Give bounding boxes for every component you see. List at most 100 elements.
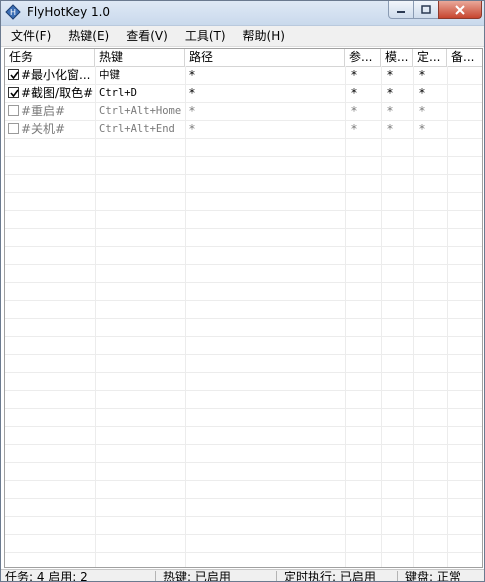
cell-hotkey: Ctrl+Alt+End xyxy=(99,123,175,135)
cell-mode: * xyxy=(387,104,393,118)
task-name: #最小化窗... xyxy=(21,68,91,82)
column-header-path[interactable]: 路径 xyxy=(185,49,345,66)
menu-help[interactable]: 帮助(H) xyxy=(233,26,292,46)
window-title: FlyHotKey 1.0 xyxy=(27,5,111,19)
empty-row xyxy=(5,193,482,211)
cell-timer: * xyxy=(419,68,425,82)
task-list[interactable]: 任务 热键 路径 参... 模... 定... 备... #最小化窗... 中键 *… xyxy=(4,48,483,568)
empty-row xyxy=(5,175,482,193)
empty-row xyxy=(5,139,482,157)
minimize-icon xyxy=(397,10,405,13)
empty-row xyxy=(5,229,482,247)
cell-path: * xyxy=(189,86,195,100)
cell-hotkey: Ctrl+D xyxy=(99,87,137,99)
cell-note xyxy=(447,121,482,138)
cell-timer: * xyxy=(419,104,425,118)
close-button[interactable] xyxy=(438,1,482,19)
cell-hotkey: 中键 xyxy=(99,69,120,81)
column-divider xyxy=(95,66,96,567)
column-header-timer[interactable]: 定... xyxy=(413,49,447,66)
checkbox-checked[interactable] xyxy=(8,69,19,80)
menu-hotkey[interactable]: 热键(E) xyxy=(58,26,116,46)
column-header-mode[interactable]: 模... xyxy=(381,49,413,66)
empty-row xyxy=(5,427,482,445)
cell-mode: * xyxy=(387,68,393,82)
list-body: #最小化窗... 中键 * * * * #截图/取色# Ctrl+D * * * * #重启# Ctrl+… xyxy=(5,67,482,567)
checkbox-checked[interactable] xyxy=(8,87,19,98)
title-bar[interactable]: H FlyHotKey 1.0 xyxy=(1,1,484,26)
close-icon xyxy=(455,4,465,15)
status-keyboard: 键盘: 正常 xyxy=(405,571,461,582)
empty-row xyxy=(5,373,482,391)
empty-row xyxy=(5,301,482,319)
menu-file[interactable]: 文件(F) xyxy=(1,26,58,46)
check-icon xyxy=(10,89,19,98)
table-row[interactable]: #最小化窗... 中键 * * * * xyxy=(5,67,482,85)
status-task-count: 任务: 4 启用: 2 xyxy=(1,571,156,581)
cell-mode: * xyxy=(387,86,393,100)
column-header-task[interactable]: 任务 xyxy=(5,49,95,66)
svg-text:H: H xyxy=(10,8,16,17)
table-row[interactable]: #截图/取色# Ctrl+D * * * * xyxy=(5,85,482,103)
empty-row xyxy=(5,535,482,553)
column-divider xyxy=(345,66,346,567)
cell-param: * xyxy=(351,122,357,136)
empty-row xyxy=(5,319,482,337)
column-header-note[interactable]: 备... xyxy=(447,49,482,66)
empty-row xyxy=(5,211,482,229)
cell-path: * xyxy=(189,104,195,118)
status-hotkey: 热键: 已启用 xyxy=(159,571,277,581)
column-header-param[interactable]: 参... xyxy=(345,49,381,66)
cell-task: #重启# xyxy=(5,103,95,120)
empty-row xyxy=(5,283,482,301)
checkbox-unchecked[interactable] xyxy=(8,123,19,134)
status-timer: 定时执行: 已启用 xyxy=(280,571,398,581)
cell-task: #截图/取色# xyxy=(5,85,95,102)
cell-timer: * xyxy=(419,122,425,136)
cell-note xyxy=(447,85,482,102)
maximize-button[interactable] xyxy=(413,1,439,19)
task-name: #关机# xyxy=(21,122,66,136)
column-divider xyxy=(447,66,448,567)
cell-path: * xyxy=(189,68,195,82)
column-divider xyxy=(185,66,186,567)
app-diamond-icon: H xyxy=(5,4,21,20)
cell-hotkey: Ctrl+Alt+Home xyxy=(99,105,182,117)
table-row[interactable]: #重启# Ctrl+Alt+Home * * * * xyxy=(5,103,482,121)
cell-note xyxy=(447,67,482,84)
column-header-hotkey[interactable]: 热键 xyxy=(95,49,185,66)
menu-view[interactable]: 查看(V) xyxy=(116,26,175,46)
empty-row xyxy=(5,499,482,517)
cell-note xyxy=(447,103,482,120)
column-divider xyxy=(381,66,382,567)
cell-task: #最小化窗... xyxy=(5,67,95,84)
app-window: H FlyHotKey 1.0 文件(F) 热键(E) 查看(V) 工具(T) … xyxy=(0,0,485,582)
maximize-icon xyxy=(421,4,431,14)
list-header: 任务 热键 路径 参... 模... 定... 备... xyxy=(5,49,482,67)
empty-row xyxy=(5,157,482,175)
cell-timer: * xyxy=(419,86,425,100)
empty-row xyxy=(5,553,482,567)
empty-row xyxy=(5,481,482,499)
task-name: #截图/取色# xyxy=(21,86,94,100)
cell-param: * xyxy=(351,104,357,118)
cell-param: * xyxy=(351,86,357,100)
empty-row xyxy=(5,337,482,355)
checkbox-unchecked[interactable] xyxy=(8,105,19,116)
empty-row xyxy=(5,355,482,373)
empty-row xyxy=(5,445,482,463)
empty-row xyxy=(5,265,482,283)
menu-bar: 文件(F) 热键(E) 查看(V) 工具(T) 帮助(H) xyxy=(1,26,484,47)
minimize-button[interactable] xyxy=(388,1,414,19)
cell-path: * xyxy=(189,122,195,136)
column-divider xyxy=(413,66,414,567)
window-controls xyxy=(388,1,482,20)
cell-param: * xyxy=(351,68,357,82)
task-name: #重启# xyxy=(21,104,66,118)
menu-tools[interactable]: 工具(T) xyxy=(175,26,233,46)
cell-mode: * xyxy=(387,122,393,136)
check-icon xyxy=(10,71,19,80)
table-row[interactable]: #关机# Ctrl+Alt+End * * * * xyxy=(5,121,482,139)
cell-task: #关机# xyxy=(5,121,95,138)
empty-row xyxy=(5,247,482,265)
